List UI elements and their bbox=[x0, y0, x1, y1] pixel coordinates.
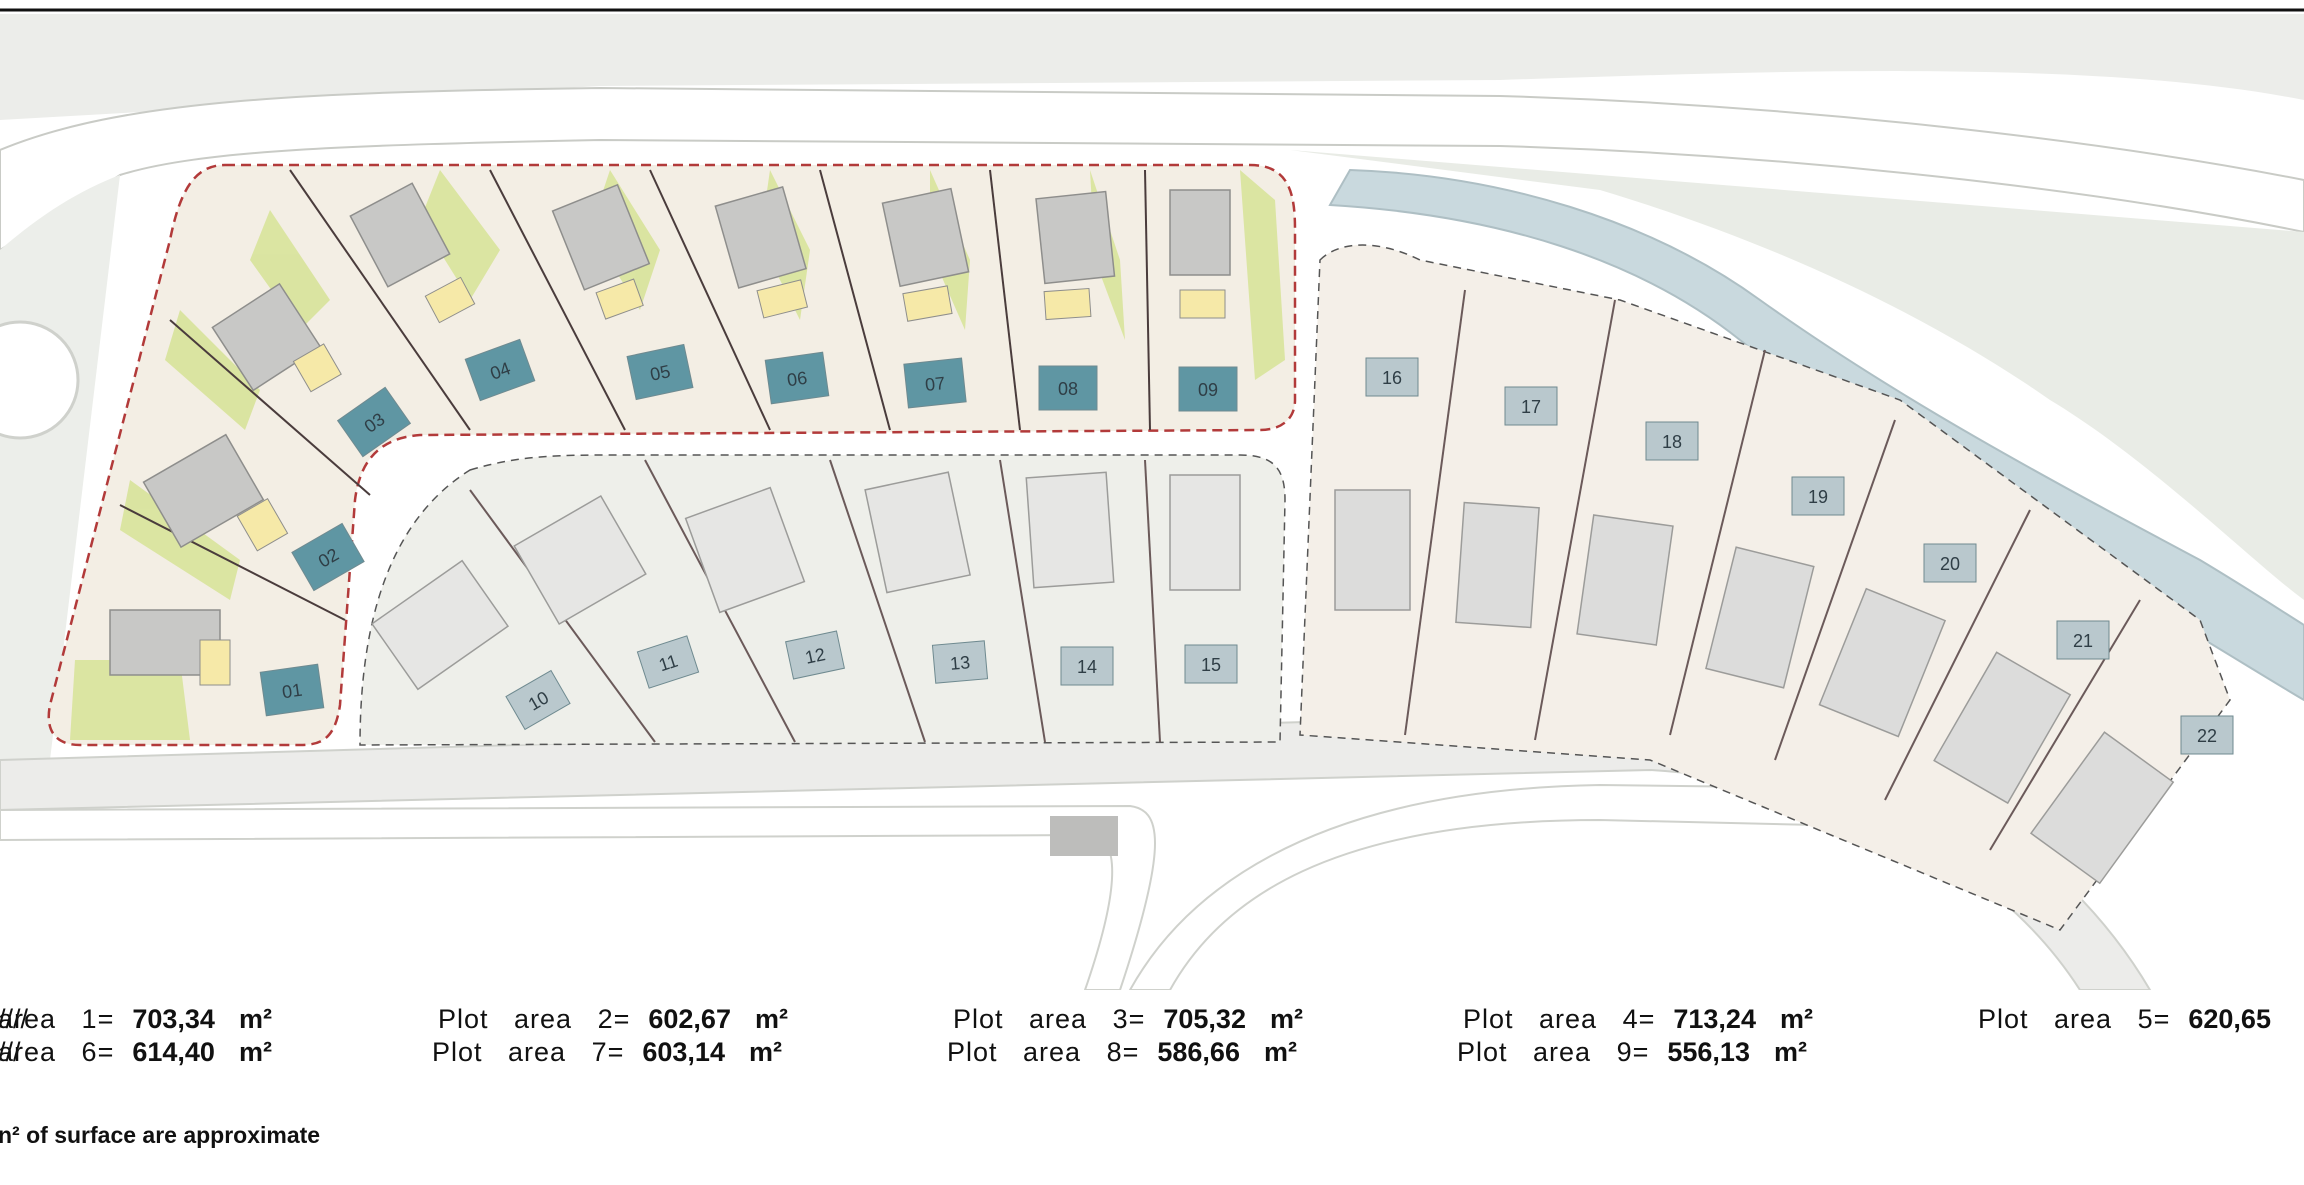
area-unit: m² bbox=[1773, 1037, 1807, 1067]
area-unit: m² bbox=[238, 1004, 272, 1034]
area-index: 9= bbox=[1591, 1037, 1650, 1067]
plot-area-entry: Plot area 9= 556,13 m² bbox=[1457, 1036, 1807, 1069]
area-index: 2= bbox=[572, 1004, 631, 1034]
area-unit: m² bbox=[754, 1004, 788, 1034]
area-value: 614,40 bbox=[132, 1037, 215, 1067]
area-index: 6= bbox=[56, 1037, 115, 1067]
area-value: 620,65 bbox=[2188, 1004, 2271, 1034]
area-index: 5= bbox=[2112, 1004, 2171, 1034]
area-value: 556,13 bbox=[1667, 1037, 1750, 1067]
area-row-2: area 6=614,40m²/Plot area 7=603,14m²/Plo… bbox=[0, 1036, 2304, 1069]
plot-label-18: 18 bbox=[1645, 421, 1699, 461]
plot-label-15: 15 bbox=[1184, 644, 1238, 684]
plot-area-entry: Plot area 2= 602,67 m² bbox=[438, 1003, 788, 1036]
plot-number: 12 bbox=[803, 644, 827, 668]
plot-number: 08 bbox=[1058, 379, 1078, 399]
plot-number: 17 bbox=[1521, 397, 1541, 417]
plot-number: 14 bbox=[1077, 657, 1097, 677]
area-label: area bbox=[0, 1037, 57, 1067]
area-value: 602,67 bbox=[648, 1004, 731, 1034]
plot-number: 18 bbox=[1662, 432, 1682, 452]
surface-footnote: n² of surface are approximate bbox=[0, 1122, 321, 1148]
area-index: 3= bbox=[1087, 1004, 1146, 1034]
area-unit: m² bbox=[748, 1037, 782, 1067]
plot-area-entry: Plot area 3= 705,32 m² bbox=[953, 1003, 1303, 1036]
area-unit: m² bbox=[238, 1037, 272, 1067]
area-unit: m² bbox=[1269, 1004, 1303, 1034]
area-value: 586,66 bbox=[1157, 1037, 1240, 1067]
plot-label-01: 01 bbox=[259, 663, 325, 717]
plot-area-entry: Plot area 8= 586,66 m² bbox=[947, 1036, 1297, 1069]
plot-label-21: 21 bbox=[2056, 620, 2110, 660]
plot-area-table: area 1=703,34m²/Plot area 2=602,67m²/Plo… bbox=[0, 1003, 2304, 1069]
plot-number: 01 bbox=[281, 680, 304, 703]
plot-number: 15 bbox=[1201, 655, 1221, 675]
plot-number: 20 bbox=[1940, 554, 1960, 574]
plot-label-17: 17 bbox=[1504, 386, 1558, 426]
area-value: 703,34 bbox=[132, 1004, 215, 1034]
plot-label-22: 22 bbox=[2180, 715, 2234, 755]
plot-number: 16 bbox=[1382, 368, 1402, 388]
plot-number: 05 bbox=[648, 361, 672, 385]
plot-label-19: 19 bbox=[1791, 476, 1845, 516]
plot-number: 21 bbox=[2073, 631, 2093, 651]
area-label: Plot area bbox=[947, 1037, 1082, 1067]
area-label: area bbox=[0, 1004, 57, 1034]
area-label: Plot area bbox=[953, 1004, 1088, 1034]
plot-area-entry: Plot area 5= 620,65 bbox=[1978, 1003, 2271, 1036]
area-index: 7= bbox=[566, 1037, 625, 1067]
plot-label-14: 14 bbox=[1060, 646, 1114, 686]
area-index: 1= bbox=[56, 1004, 115, 1034]
area-label: Plot area bbox=[438, 1004, 573, 1034]
area-value: 603,14 bbox=[642, 1037, 725, 1067]
plot-label-13: 13 bbox=[931, 640, 989, 684]
area-label: Plot area bbox=[1978, 1004, 2113, 1034]
plot-number: 22 bbox=[2197, 726, 2217, 746]
plot-number: 19 bbox=[1808, 487, 1828, 507]
plot-area-entry: Plot area 7= 603,14 m² bbox=[432, 1036, 782, 1069]
lower-structure bbox=[1050, 816, 1118, 856]
area-index: 8= bbox=[1081, 1037, 1140, 1067]
plot-area-entry: area 6= 614,40 m² bbox=[0, 1036, 272, 1069]
site-plan-map: 01020304 05 06 07 08 091011 12 13 14 151617181920… bbox=[0, 0, 2304, 990]
area-value: 713,24 bbox=[1673, 1004, 1756, 1034]
area-value: 705,32 bbox=[1163, 1004, 1246, 1034]
area-unit: m² bbox=[1779, 1004, 1813, 1034]
plot-number: 13 bbox=[949, 652, 971, 674]
area-label: Plot area bbox=[432, 1037, 567, 1067]
plot-number: 06 bbox=[786, 368, 809, 391]
plot-label-09: 09 bbox=[1178, 366, 1238, 412]
plot-label-07: 07 bbox=[903, 357, 967, 409]
area-index: 4= bbox=[1597, 1004, 1656, 1034]
plot-area-entry: Plot area 4= 713,24 m² bbox=[1463, 1003, 1813, 1036]
area-label: Plot area bbox=[1457, 1037, 1592, 1067]
area-label: Plot area bbox=[1463, 1004, 1598, 1034]
area-row-1: area 1=703,34m²/Plot area 2=602,67m²/Plo… bbox=[0, 1003, 2304, 1036]
plot-label-08: 08 bbox=[1038, 365, 1098, 411]
plot-area-entry: area 1= 703,34 m² bbox=[0, 1003, 272, 1036]
plot-number: 09 bbox=[1198, 380, 1218, 400]
plot-number: 07 bbox=[924, 373, 946, 395]
plot-label-16: 16 bbox=[1365, 357, 1419, 397]
plot-label-06: 06 bbox=[764, 351, 830, 405]
plot-label-20: 20 bbox=[1923, 543, 1977, 583]
area-unit: m² bbox=[1263, 1037, 1297, 1067]
